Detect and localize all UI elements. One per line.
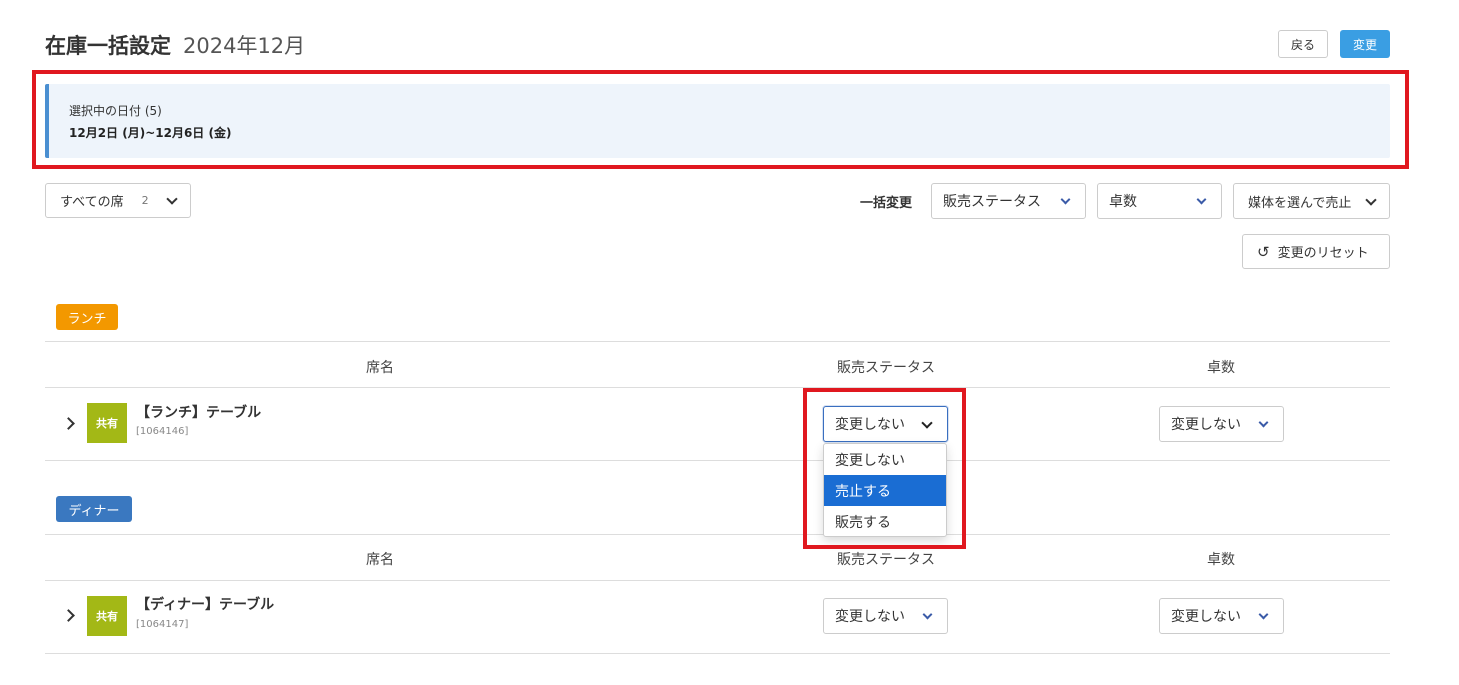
bulk-status-dropdown[interactable]: 販売ステータス bbox=[931, 183, 1086, 219]
media-stop-dropdown[interactable]: 媒体を選んで売止 bbox=[1233, 183, 1390, 219]
column-header-tables: 卓数 bbox=[1207, 360, 1235, 376]
column-header-seat-name: 席名 bbox=[366, 552, 394, 568]
divider bbox=[45, 534, 1390, 535]
row-status-select[interactable]: 変更しない bbox=[823, 598, 948, 634]
row-tables-value: 変更しない bbox=[1171, 609, 1241, 625]
bulk-status-label: 販売ステータス bbox=[943, 194, 1041, 210]
page-title: 在庫一括設定 bbox=[45, 34, 171, 58]
shared-badge: 共有 bbox=[87, 596, 127, 636]
reset-changes-label: 変更のリセット bbox=[1277, 246, 1369, 261]
row-status-value: 変更しない bbox=[835, 609, 905, 625]
seat-name: 【ランチ】テーブル bbox=[136, 405, 262, 421]
highlight-frame-dates bbox=[32, 70, 1409, 169]
chevron-down-icon bbox=[922, 609, 933, 620]
bulk-tables-dropdown[interactable]: 卓数 bbox=[1097, 183, 1222, 219]
reset-changes-button[interactable]: ↺ 変更のリセット bbox=[1242, 234, 1390, 269]
change-button[interactable]: 変更 bbox=[1340, 30, 1390, 58]
chevron-down-icon bbox=[1196, 194, 1207, 205]
expand-chevron-icon[interactable] bbox=[62, 609, 75, 622]
column-header-seat-name: 席名 bbox=[366, 360, 394, 376]
column-header-status: 販売ステータス bbox=[837, 360, 935, 376]
divider bbox=[45, 653, 1390, 654]
divider bbox=[45, 341, 1390, 342]
seat-id: [1064147] bbox=[136, 619, 189, 630]
row-tables-value: 変更しない bbox=[1171, 417, 1241, 433]
expand-chevron-icon[interactable] bbox=[62, 417, 75, 430]
column-header-status: 販売ステータス bbox=[837, 552, 935, 568]
row-tables-select[interactable]: 変更しない bbox=[1159, 406, 1284, 442]
bulk-change-label: 一括変更 bbox=[860, 196, 913, 211]
media-stop-label: 媒体を選んで売止 bbox=[1248, 195, 1352, 211]
divider bbox=[45, 580, 1390, 581]
divider bbox=[45, 387, 1390, 388]
highlight-frame-status bbox=[803, 388, 966, 549]
chevron-down-icon bbox=[1258, 609, 1269, 620]
page-month: 2024年12月 bbox=[183, 34, 306, 58]
seat-filter-label: すべての席 bbox=[60, 195, 124, 210]
column-header-tables: 卓数 bbox=[1207, 552, 1235, 568]
seat-filter-count: 2 bbox=[141, 194, 149, 207]
back-button[interactable]: 戻る bbox=[1278, 30, 1328, 58]
chevron-down-icon bbox=[1060, 194, 1071, 205]
bulk-tables-label: 卓数 bbox=[1109, 194, 1137, 210]
chevron-down-icon bbox=[1258, 417, 1269, 428]
page-title-area: 在庫一括設定 2024年12月 bbox=[45, 30, 305, 60]
seat-id: [1064146] bbox=[136, 426, 189, 437]
reset-icon: ↺ bbox=[1257, 242, 1270, 261]
divider bbox=[45, 460, 1390, 461]
chevron-down-icon bbox=[166, 193, 178, 205]
seat-filter-dropdown[interactable]: すべての席 2 bbox=[45, 183, 191, 218]
shared-badge: 共有 bbox=[87, 403, 127, 443]
seat-name: 【ディナー】テーブル bbox=[136, 597, 275, 613]
section-tag-lunch: ランチ bbox=[56, 304, 118, 330]
chevron-down-icon bbox=[1365, 194, 1377, 206]
row-tables-select[interactable]: 変更しない bbox=[1159, 598, 1284, 634]
section-tag-dinner: ディナー bbox=[56, 496, 132, 522]
